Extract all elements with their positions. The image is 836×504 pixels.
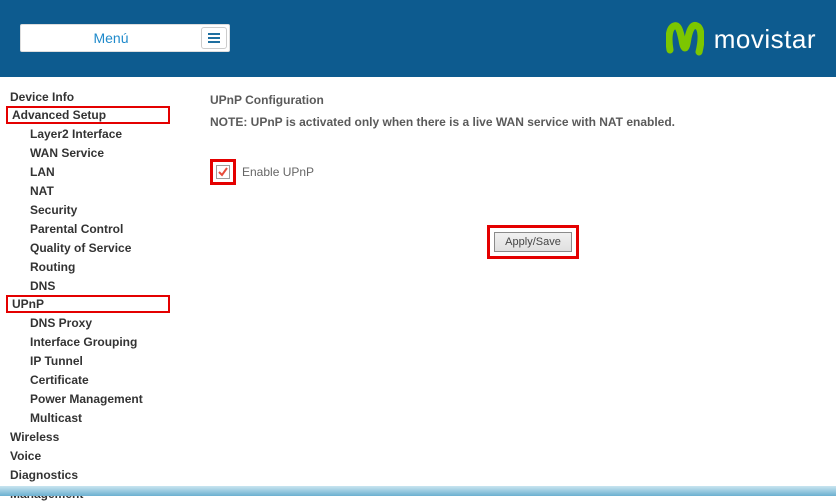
main-content: UPnP Configuration NOTE: UPnP is activat… (190, 77, 836, 485)
nav-item-label: Layer2 Interface (30, 127, 122, 141)
nav-item-label: Wireless (10, 430, 59, 444)
nav-item-power-management[interactable]: Power Management (10, 389, 190, 408)
page-note: NOTE: UPnP is activated only when there … (210, 115, 816, 129)
nav-item-interface-grouping[interactable]: Interface Grouping (10, 332, 190, 351)
nav-item-label: WAN Service (30, 146, 104, 160)
nav-item-wireless[interactable]: Wireless (10, 427, 190, 446)
apply-wrap: Apply/Save (210, 225, 816, 259)
sidebar: Device Info Advanced Setup Layer2 Interfac… (0, 77, 190, 485)
nav-item-layer2-interface[interactable]: Layer2 Interface (10, 124, 190, 143)
nav-item-label: Parental Control (30, 222, 123, 236)
nav-item-label: Multicast (30, 411, 82, 425)
nav-item-label: Quality of Service (30, 241, 131, 255)
body: Device Info Advanced Setup Layer2 Interfac… (0, 77, 836, 485)
nav-item-label: Advanced Setup (12, 108, 106, 122)
enable-upnp-label: Enable UPnP (242, 165, 314, 179)
nav-item-parental-control[interactable]: Parental Control (10, 219, 190, 238)
brand-logo: movistar (666, 18, 816, 60)
page-title: UPnP Configuration (210, 93, 816, 107)
header: Menú movistar (0, 0, 836, 77)
nav-item-certificate[interactable]: Certificate (10, 370, 190, 389)
nav-item-lan[interactable]: LAN (10, 162, 190, 181)
enable-upnp-checkbox[interactable] (216, 165, 230, 179)
nav-item-label: NAT (30, 184, 54, 198)
nav-item-label: DNS (30, 279, 55, 293)
nav-item-label: Routing (30, 260, 75, 274)
nav-item-label: Voice (10, 449, 41, 463)
nav-item-label: Power Management (30, 392, 143, 406)
brand-text: movistar (714, 24, 816, 55)
nav-item-security[interactable]: Security (10, 200, 190, 219)
nav-item-label: Device Info (10, 90, 74, 104)
nav-item-advanced-setup[interactable]: Advanced Setup (6, 106, 170, 124)
nav-item-label: UPnP (12, 297, 44, 311)
nav-item-diagnostics[interactable]: Diagnostics (10, 465, 190, 484)
nav-item-label: Certificate (30, 373, 89, 387)
movistar-m-icon (666, 18, 704, 60)
checkmark-icon (217, 166, 229, 178)
hamburger-icon[interactable] (201, 27, 227, 49)
nav-item-routing[interactable]: Routing (10, 257, 190, 276)
nav-item-label: DNS Proxy (30, 316, 92, 330)
nav-item-ip-tunnel[interactable]: IP Tunnel (10, 351, 190, 370)
nav-item-label: LAN (30, 165, 55, 179)
nav-item-upnp[interactable]: UPnP (6, 295, 170, 313)
footer-stripe (0, 486, 836, 496)
nav-item-dns-proxy[interactable]: DNS Proxy (10, 313, 190, 332)
nav-item-quality-of-service[interactable]: Quality of Service (10, 238, 190, 257)
nav-item-label: Diagnostics (10, 468, 78, 482)
menu-label: Menú (21, 30, 201, 46)
apply-save-button[interactable]: Apply/Save (494, 232, 572, 252)
nav-item-label: Security (30, 203, 77, 217)
enable-upnp-highlight (210, 159, 236, 185)
nav-item-label: Interface Grouping (30, 335, 137, 349)
apply-highlight: Apply/Save (487, 225, 579, 259)
menu-button[interactable]: Menú (20, 24, 230, 52)
nav-item-label: IP Tunnel (30, 354, 83, 368)
nav-item-wan-service[interactable]: WAN Service (10, 143, 190, 162)
nav-item-multicast[interactable]: Multicast (10, 408, 190, 427)
nav-item-device-info[interactable]: Device Info (10, 87, 190, 106)
nav-item-nat[interactable]: NAT (10, 181, 190, 200)
nav-item-voice[interactable]: Voice (10, 446, 190, 465)
enable-upnp-row: Enable UPnP (210, 159, 816, 185)
nav-item-dns[interactable]: DNS (10, 276, 190, 295)
